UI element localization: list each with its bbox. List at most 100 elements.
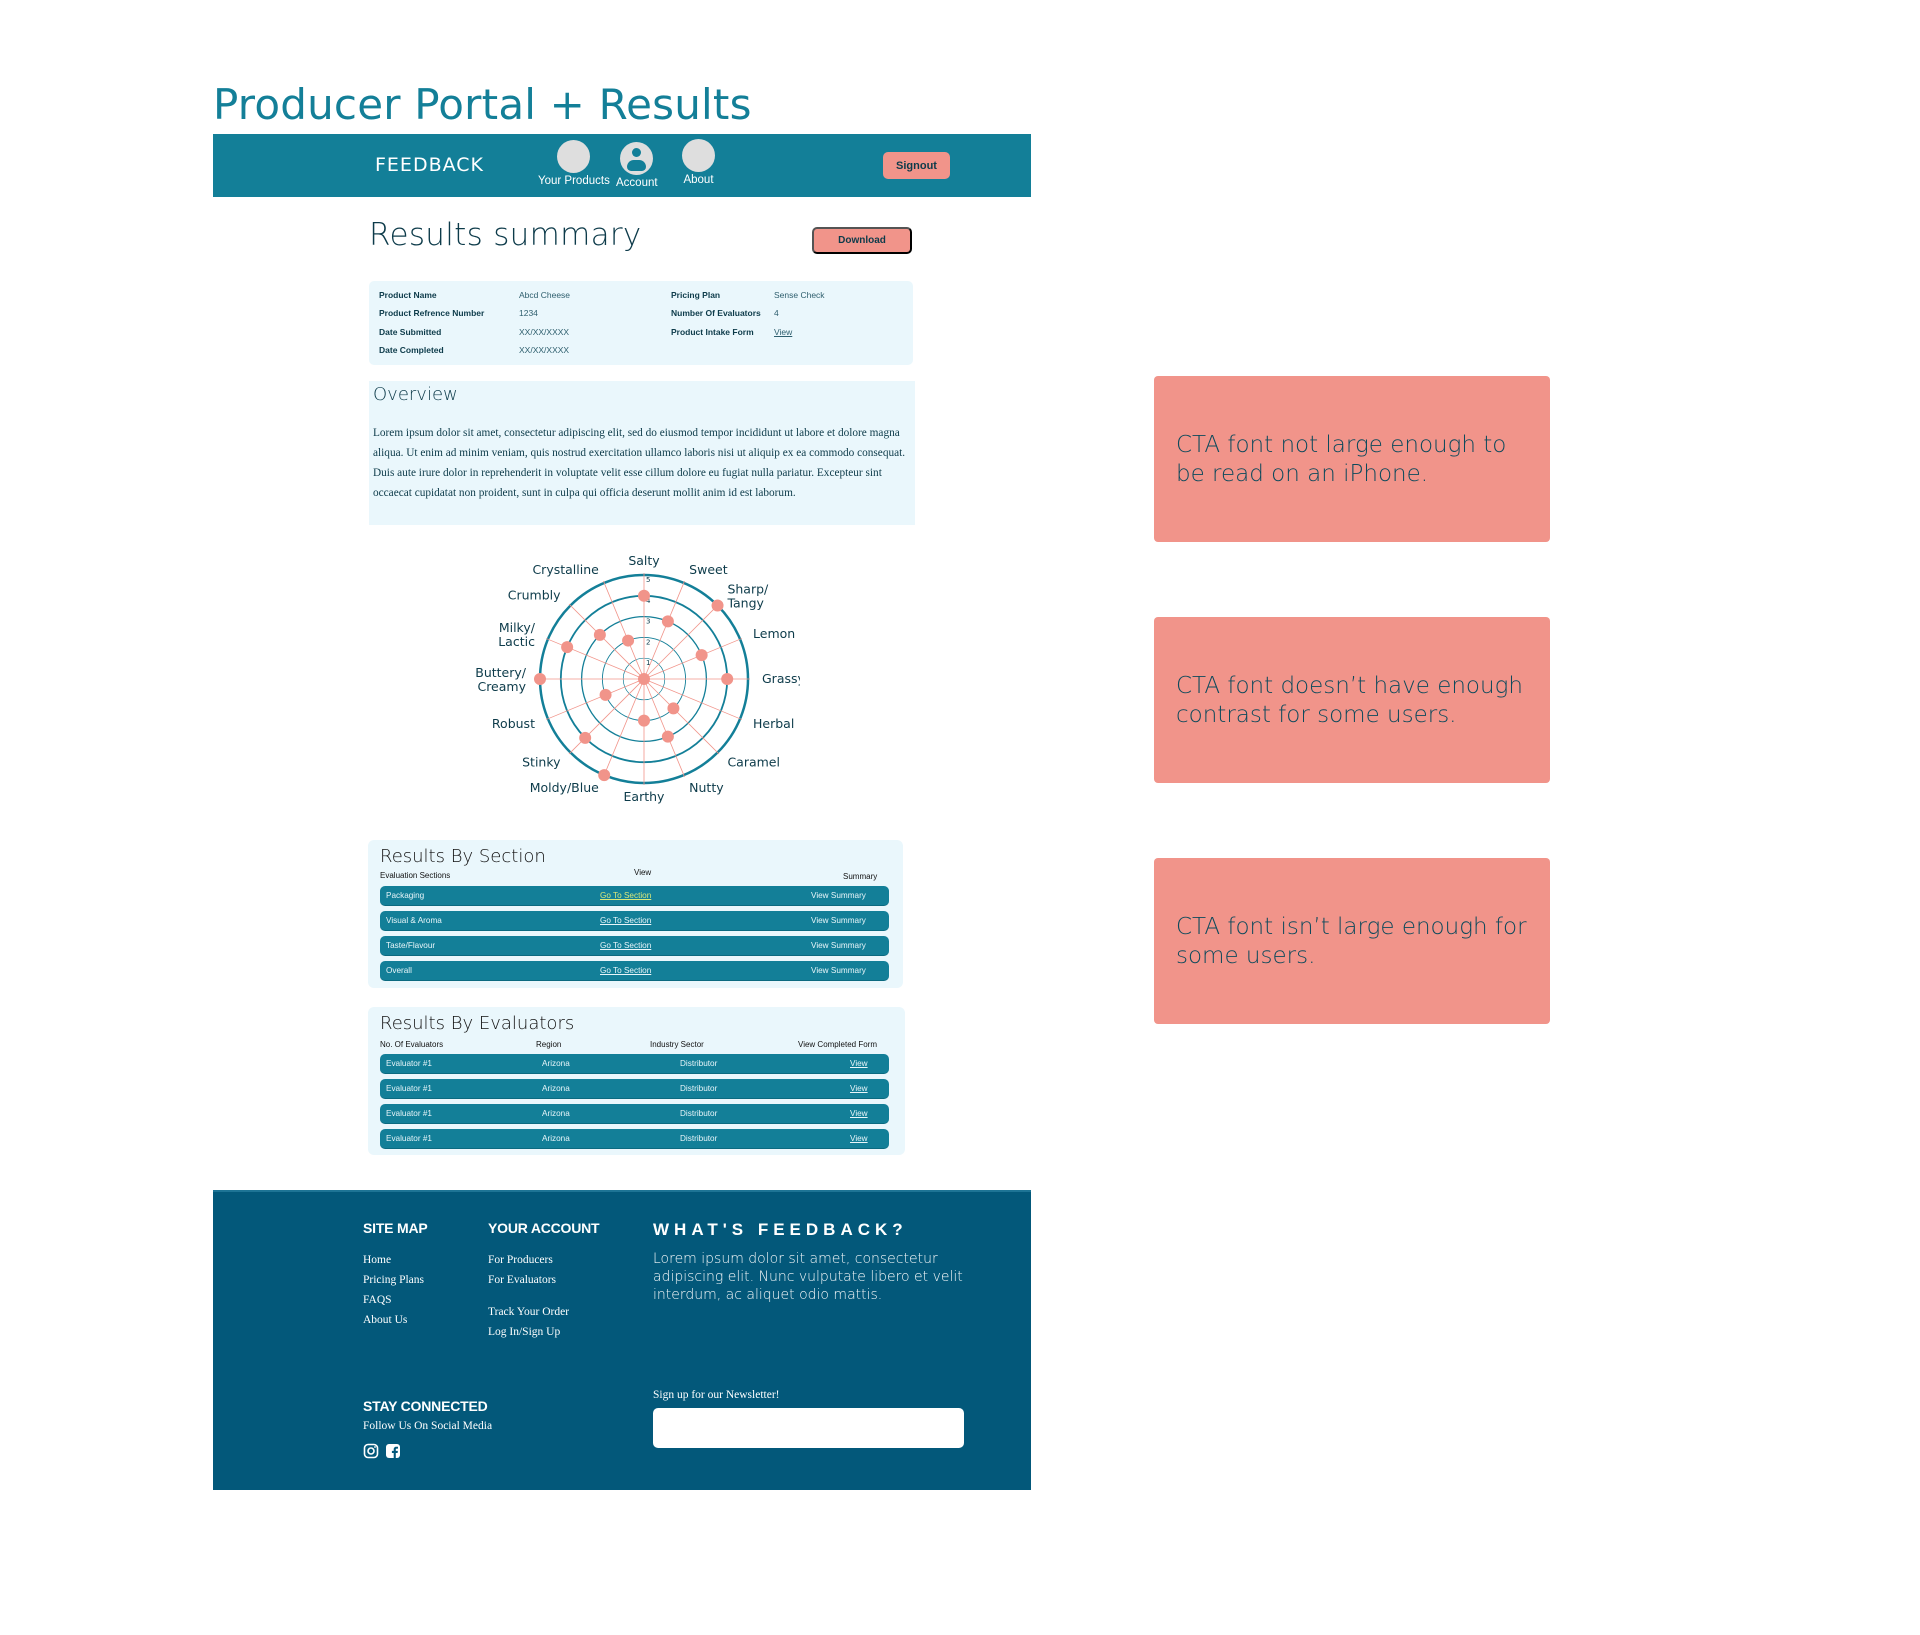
go-to-section-link[interactable]: Go To Section [600, 966, 651, 975]
radar-axis-label: Nutty [689, 780, 724, 795]
footer-link-faqs[interactable]: FAQS [363, 1294, 392, 1306]
radar-tick-label: 3 [646, 618, 650, 626]
nav-your-products[interactable]: Your Products [538, 140, 610, 187]
info-label: Date Completed [379, 345, 444, 355]
radar-axis-label: Lemon [753, 626, 795, 641]
info-label: Number Of Evaluators [671, 308, 761, 318]
footer-your-account-title: YOUR ACCOUNT [488, 1220, 600, 1236]
evaluator-region: Arizona [542, 1134, 570, 1143]
signout-button[interactable]: Signout [883, 152, 950, 179]
radar-axis-label: Caramel [727, 754, 780, 769]
evaluator-name: Evaluator #1 [386, 1084, 432, 1093]
flavour-radar-chart: 12345SaltySweetSharp/TangyLemonGrassyHer… [475, 553, 800, 804]
section-row: Visual & Aroma Go To Section View Summary [380, 911, 889, 931]
footer-link-login-signup[interactable]: Log In/Sign Up [488, 1326, 560, 1338]
view-summary-link[interactable]: View Summary [811, 891, 866, 900]
info-label: Product Name [379, 290, 437, 300]
radar-point [599, 688, 612, 701]
nav-label: Your Products [538, 175, 610, 187]
footer-link-pricing-plans[interactable]: Pricing Plans [363, 1274, 424, 1286]
brand-logo[interactable]: FEEDBACK [375, 154, 484, 176]
footer-link-for-producers[interactable]: For Producers [488, 1254, 553, 1266]
column-header: Evaluation Sections [380, 871, 451, 880]
info-label: Date Submitted [379, 327, 442, 337]
radar-spoke [643, 678, 720, 755]
radar-tick-label: 5 [646, 576, 650, 584]
radar-spoke [643, 603, 720, 680]
column-header: Summary [843, 872, 878, 881]
nav-account[interactable]: Account [616, 142, 658, 189]
annotation-text: CTA font isn’t large enough for some use… [1176, 914, 1527, 969]
section-row: Packaging Go To Section View Summary [380, 886, 889, 906]
radar-axis-label: Crumbly [508, 588, 561, 603]
annotation-card: CTA font doesn’t have enough contrast fo… [1154, 617, 1550, 783]
facebook-icon[interactable] [385, 1443, 401, 1459]
column-header: View [634, 868, 652, 877]
evaluator-row: Evaluator #1 Arizona Distributor View [380, 1129, 889, 1149]
column-header: No. Of Evaluators [380, 1040, 444, 1049]
section-name: Visual & Aroma [386, 916, 442, 925]
view-completed-form-link[interactable]: View [850, 1134, 868, 1143]
radar-tick-label: 2 [646, 638, 650, 646]
results-by-evaluators-panel: Results By Evaluators No. Of Evaluators … [368, 1007, 905, 1155]
go-to-section-link[interactable]: Go To Section [600, 891, 651, 900]
radar-axis-label: Earthy [624, 789, 666, 804]
newsletter-label: Sign up for our Newsletter! [653, 1389, 780, 1401]
footer-link-track-order[interactable]: Track Your Order [488, 1306, 569, 1318]
radar-axis-label: Sweet [689, 562, 728, 577]
radar-axis-label: Crystalline [532, 562, 599, 577]
intake-form-view-link[interactable]: View [774, 327, 792, 337]
section-name: Overall [386, 966, 412, 975]
account-icon [620, 142, 654, 175]
radar-axis-label: Sharp/Tangy [726, 582, 769, 611]
go-to-section-link[interactable]: Go To Section [600, 916, 651, 925]
nav-about[interactable]: About [682, 139, 715, 186]
radar-point [622, 634, 635, 647]
radar-point [638, 589, 650, 602]
about-icon [682, 139, 715, 172]
your-products-icon [557, 140, 591, 173]
footer-link-for-evaluators[interactable]: For Evaluators [488, 1274, 556, 1286]
download-button[interactable]: Download [812, 227, 912, 254]
newsletter-input[interactable] [653, 1408, 964, 1448]
info-value: Abcd Cheese [519, 290, 571, 300]
evaluator-region: Arizona [542, 1109, 570, 1118]
column-header: Region [536, 1040, 562, 1049]
evaluator-sector: Distributor [680, 1059, 718, 1068]
section-row: Overall Go To Section View Summary [380, 961, 889, 981]
overview-text: Lorem ipsum dolor sit amet, consectetur … [373, 427, 906, 499]
section-name: Packaging [386, 891, 425, 900]
product-info-panel: Product Name Abcd Cheese Product Refrenc… [369, 281, 913, 365]
evaluator-region: Arizona [542, 1084, 570, 1093]
view-summary-link[interactable]: View Summary [811, 966, 866, 975]
radar-axis-label: Salty [628, 553, 660, 568]
radar-axis-label: Moldy/Blue [530, 780, 599, 795]
results-title: Results summary [369, 217, 642, 253]
footer-link-about-us[interactable]: About Us [363, 1314, 407, 1326]
radar-axis-label: Buttery/Creamy [475, 665, 527, 694]
go-to-section-link[interactable]: Go To Section [600, 941, 651, 950]
radar-point [661, 615, 674, 628]
view-completed-form-link[interactable]: View [850, 1059, 868, 1068]
view-completed-form-link[interactable]: View [850, 1084, 868, 1093]
radar-point [638, 714, 650, 727]
view-summary-link[interactable]: View Summary [811, 916, 866, 925]
view-completed-form-link[interactable]: View [850, 1109, 868, 1118]
info-value: 4 [774, 308, 779, 318]
radar-point [561, 641, 574, 654]
section-table-title: Results By Section [380, 846, 546, 867]
nav-label: Account [616, 177, 658, 189]
instagram-icon[interactable] [363, 1443, 379, 1459]
annotation-card: CTA font isn’t large enough for some use… [1154, 858, 1550, 1024]
radar-point [534, 673, 546, 685]
radar-point [721, 673, 734, 685]
evaluator-name: Evaluator #1 [386, 1134, 432, 1143]
radar-axis-label: Grassy [762, 671, 800, 686]
footer-link-home[interactable]: Home [363, 1254, 391, 1266]
annotation-text: CTA font doesn’t have enough contrast fo… [1176, 673, 1523, 728]
evaluator-row: Evaluator #1 Arizona Distributor View [380, 1054, 889, 1074]
view-summary-link[interactable]: View Summary [811, 941, 866, 950]
evaluator-sector: Distributor [680, 1109, 718, 1118]
section-name: Taste/Flavour [386, 941, 436, 950]
page-title: Producer Portal + Results [213, 80, 752, 129]
